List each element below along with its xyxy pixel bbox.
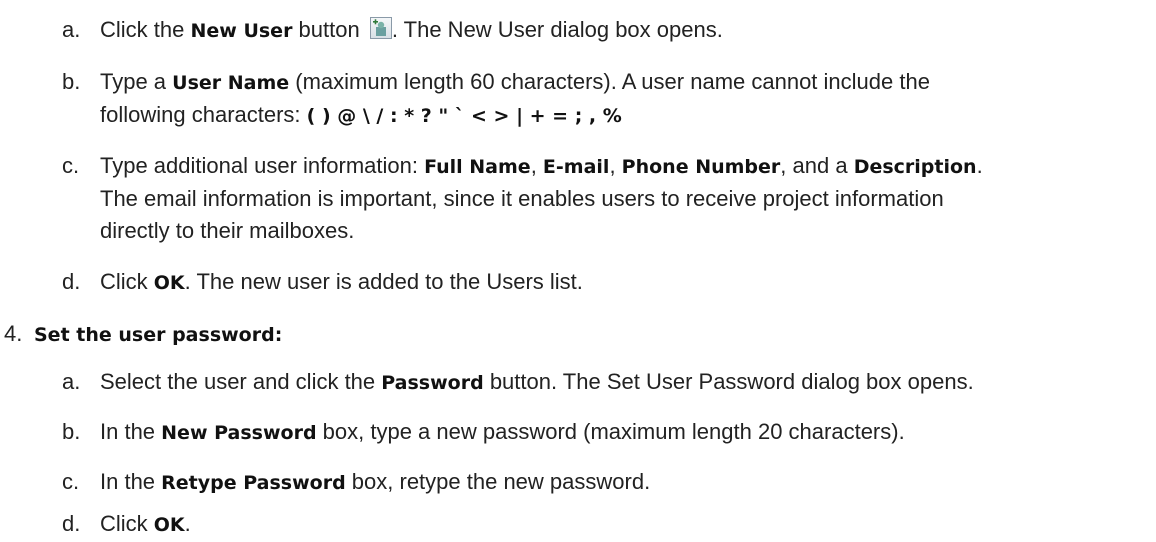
forbidden-characters: ( ) @ \ / : * ? " ` < > | + = ; , %	[306, 105, 622, 127]
step-text: In the New Password box, type a new pass…	[100, 419, 905, 444]
ui-term: OK	[153, 272, 185, 294]
ui-term: OK	[153, 514, 185, 536]
list-marker: b.	[62, 69, 81, 94]
step-title: Set the user password:	[34, 324, 283, 346]
ui-term: Retype Password	[161, 472, 346, 494]
step-text: Click the New User button . The New User…	[100, 17, 723, 42]
document: a. Click the New User button . The New U…	[0, 0, 1156, 542]
list-marker: c.	[62, 469, 80, 494]
ui-term: E-mail	[542, 156, 610, 178]
ui-term: New Password	[161, 422, 317, 444]
ui-term: Description	[853, 156, 977, 178]
list-marker: c.	[62, 153, 80, 178]
step-text: In the Retype Password box, retype the n…	[100, 469, 651, 494]
list-marker: a.	[62, 17, 81, 42]
step-number: 4.	[4, 321, 23, 346]
ui-term: Full Name	[424, 156, 531, 178]
step-text: Click OK. The new user is added to the U…	[100, 269, 583, 294]
new-user-icon	[369, 17, 392, 39]
ui-term: Password	[381, 372, 484, 394]
ui-term: User Name	[172, 72, 290, 94]
step-text: Select the user and click the Password b…	[100, 369, 974, 394]
step-text: Type additional user information: Full N…	[100, 153, 983, 243]
ui-term: New User	[190, 20, 293, 42]
list-marker: d.	[62, 269, 81, 294]
step-text: Type a User Name (maximum length 60 char…	[100, 69, 930, 127]
list-marker: b.	[62, 419, 81, 444]
step-text: Click OK.	[100, 511, 191, 536]
ui-term: Phone Number	[621, 156, 781, 178]
list-marker: a.	[62, 369, 81, 394]
list-marker: d.	[62, 511, 81, 536]
